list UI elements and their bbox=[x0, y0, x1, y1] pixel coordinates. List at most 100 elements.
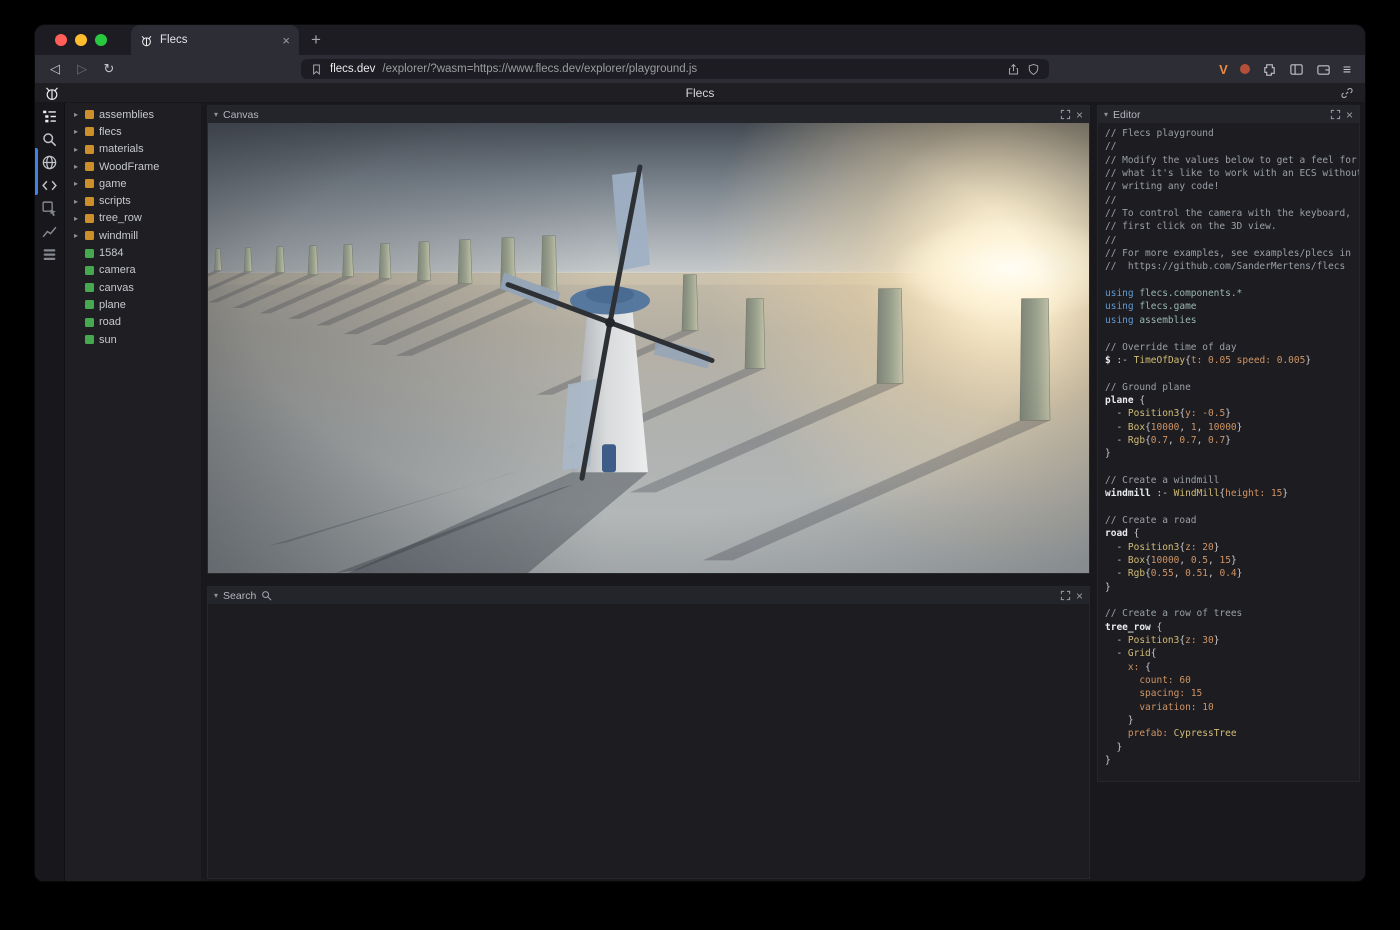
code-line: windmill :- WindMill{height: 15} bbox=[1105, 487, 1359, 500]
tree-item-camera[interactable]: camera bbox=[65, 262, 201, 279]
code-line: // Ground plane bbox=[1105, 381, 1359, 394]
chevron-down-icon[interactable]: ▾ bbox=[214, 110, 218, 119]
search-panel: ▾ Search × bbox=[207, 586, 1090, 879]
shields-icon[interactable] bbox=[1027, 63, 1040, 76]
editor-panel: ▾ Editor × // Flecs playground//// Modif… bbox=[1097, 105, 1360, 782]
tree-item-label: assemblies bbox=[99, 109, 154, 121]
forward-button[interactable]: ▷ bbox=[72, 61, 92, 77]
browser-tab[interactable]: Flecs × bbox=[131, 25, 299, 55]
entity-color-swatch bbox=[85, 214, 94, 223]
zoom-window-button[interactable] bbox=[95, 34, 107, 46]
code-line: using assemblies bbox=[1105, 314, 1359, 327]
tree-item-flecs[interactable]: ▸flecs bbox=[65, 123, 201, 140]
main-area: ▾ Canvas × bbox=[201, 103, 1365, 881]
wallet-icon[interactable] bbox=[1316, 62, 1331, 77]
tree-item-sun[interactable]: sun bbox=[65, 331, 201, 348]
share-icon[interactable] bbox=[1007, 63, 1020, 76]
code-line: // Create a windmill bbox=[1105, 474, 1359, 487]
code-line: - Position3{y: -0.5} bbox=[1105, 407, 1359, 420]
stats-icon[interactable] bbox=[41, 223, 58, 240]
code-icon[interactable] bbox=[41, 177, 58, 194]
toolbar-extensions-area: V ≡ bbox=[1219, 61, 1355, 77]
tree-item-assemblies[interactable]: ▸ assemblies bbox=[65, 106, 201, 123]
tree-item-label: sun bbox=[99, 334, 117, 346]
entity-color-swatch bbox=[85, 318, 94, 327]
entity-color-swatch bbox=[85, 283, 94, 292]
expand-icon[interactable] bbox=[1060, 109, 1071, 120]
code-line: - Position3{z: 20} bbox=[1105, 541, 1359, 554]
menu-icon[interactable]: ≡ bbox=[1343, 61, 1351, 77]
commands-icon[interactable] bbox=[41, 246, 58, 263]
expand-icon[interactable] bbox=[1060, 590, 1071, 601]
inspect-icon[interactable] bbox=[41, 200, 58, 217]
canvas-panel-title: Canvas bbox=[223, 109, 259, 121]
expand-arrow-icon[interactable]: ▸ bbox=[72, 145, 80, 154]
expand-icon[interactable] bbox=[1330, 109, 1341, 120]
code-line: count: 60 bbox=[1105, 674, 1359, 687]
entity-color-swatch bbox=[85, 300, 94, 309]
search-icon[interactable] bbox=[41, 131, 58, 148]
close-icon[interactable]: × bbox=[1076, 109, 1083, 121]
tree-item-tree_row[interactable]: ▸tree_row bbox=[65, 210, 201, 227]
browser-toolbar: ◁ ▷ ↻ flecs.dev/explorer/?wasm=https://w… bbox=[35, 55, 1365, 83]
tree-item-materials[interactable]: ▸materials bbox=[65, 141, 201, 158]
entities-icon[interactable] bbox=[41, 108, 58, 125]
tab-title: Flecs bbox=[160, 34, 275, 46]
editor-panel-header: ▾ Editor × bbox=[1098, 106, 1359, 123]
tree-item-windmill[interactable]: ▸windmill bbox=[65, 227, 201, 244]
tab-close-button[interactable]: × bbox=[282, 34, 290, 47]
url-host: flecs.dev bbox=[330, 63, 375, 75]
share-link-icon[interactable] bbox=[1340, 86, 1354, 100]
expand-arrow-icon[interactable]: ▸ bbox=[72, 127, 80, 136]
entity-color-swatch bbox=[85, 110, 94, 119]
tree-item-plane[interactable]: plane bbox=[65, 296, 201, 313]
flecs-explorer-page: Flecs bbox=[35, 83, 1365, 881]
sidebar-icon[interactable] bbox=[1289, 62, 1304, 77]
tree-item-game[interactable]: ▸game bbox=[65, 175, 201, 192]
canvas-3d-view[interactable] bbox=[208, 123, 1089, 573]
tree-item-1584[interactable]: 1584 bbox=[65, 244, 201, 261]
entity-color-swatch bbox=[85, 162, 94, 171]
address-bar[interactable]: flecs.dev/explorer/?wasm=https://www.fle… bbox=[301, 59, 1049, 79]
tree-item-scripts[interactable]: ▸scripts bbox=[65, 192, 201, 209]
search-results-area[interactable] bbox=[208, 604, 1089, 878]
expand-arrow-icon[interactable]: ▸ bbox=[72, 110, 80, 119]
code-line: // https://github.com/SanderMertens/flec… bbox=[1105, 260, 1359, 273]
chevron-down-icon[interactable]: ▾ bbox=[214, 591, 218, 600]
code-line: tree_row { bbox=[1105, 621, 1359, 634]
expand-arrow-icon[interactable]: ▸ bbox=[72, 214, 80, 223]
code-line: } bbox=[1105, 741, 1359, 754]
code-line: $ :- TimeOfDay{t: 0.05 speed: 0.005} bbox=[1105, 354, 1359, 367]
tree-item-road[interactable]: road bbox=[65, 314, 201, 331]
tree-item-canvas[interactable]: canvas bbox=[65, 279, 201, 296]
bookmark-icon[interactable] bbox=[310, 63, 323, 76]
chevron-down-icon[interactable]: ▾ bbox=[1104, 110, 1108, 119]
code-line: // bbox=[1105, 234, 1359, 247]
expand-arrow-icon[interactable]: ▸ bbox=[72, 231, 80, 240]
code-line bbox=[1105, 501, 1359, 514]
new-tab-button[interactable]: + bbox=[311, 30, 321, 50]
brave-vpn-icon[interactable]: V bbox=[1219, 62, 1228, 77]
code-line: } bbox=[1105, 581, 1359, 594]
active-indicator bbox=[35, 148, 38, 195]
close-window-button[interactable] bbox=[55, 34, 67, 46]
tree-item-label: WoodFrame bbox=[99, 161, 159, 173]
code-line: // Create a road bbox=[1105, 514, 1359, 527]
close-icon[interactable]: × bbox=[1346, 109, 1353, 121]
back-button[interactable]: ◁ bbox=[45, 61, 65, 77]
world-icon[interactable] bbox=[41, 154, 58, 171]
close-icon[interactable]: × bbox=[1076, 590, 1083, 602]
entity-tree: ▸assemblies▸flecs▸materials▸WoodFrame▸ga… bbox=[65, 103, 201, 881]
expand-arrow-icon[interactable]: ▸ bbox=[72, 197, 80, 206]
editor-code[interactable]: // Flecs playground//// Modify the value… bbox=[1098, 123, 1359, 781]
expand-arrow-icon[interactable]: ▸ bbox=[72, 162, 80, 171]
magnifier-icon bbox=[261, 590, 272, 601]
code-line: spacing: 15 bbox=[1105, 687, 1359, 700]
tree-item-WoodFrame[interactable]: ▸ WoodFrame bbox=[65, 158, 201, 175]
extension-icon[interactable] bbox=[1240, 64, 1250, 74]
expand-arrow-icon[interactable]: ▸ bbox=[72, 179, 80, 188]
code-line: // Create a row of trees bbox=[1105, 607, 1359, 620]
reload-button[interactable]: ↻ bbox=[99, 61, 119, 77]
extensions-puzzle-icon[interactable] bbox=[1262, 62, 1277, 77]
minimize-window-button[interactable] bbox=[75, 34, 87, 46]
